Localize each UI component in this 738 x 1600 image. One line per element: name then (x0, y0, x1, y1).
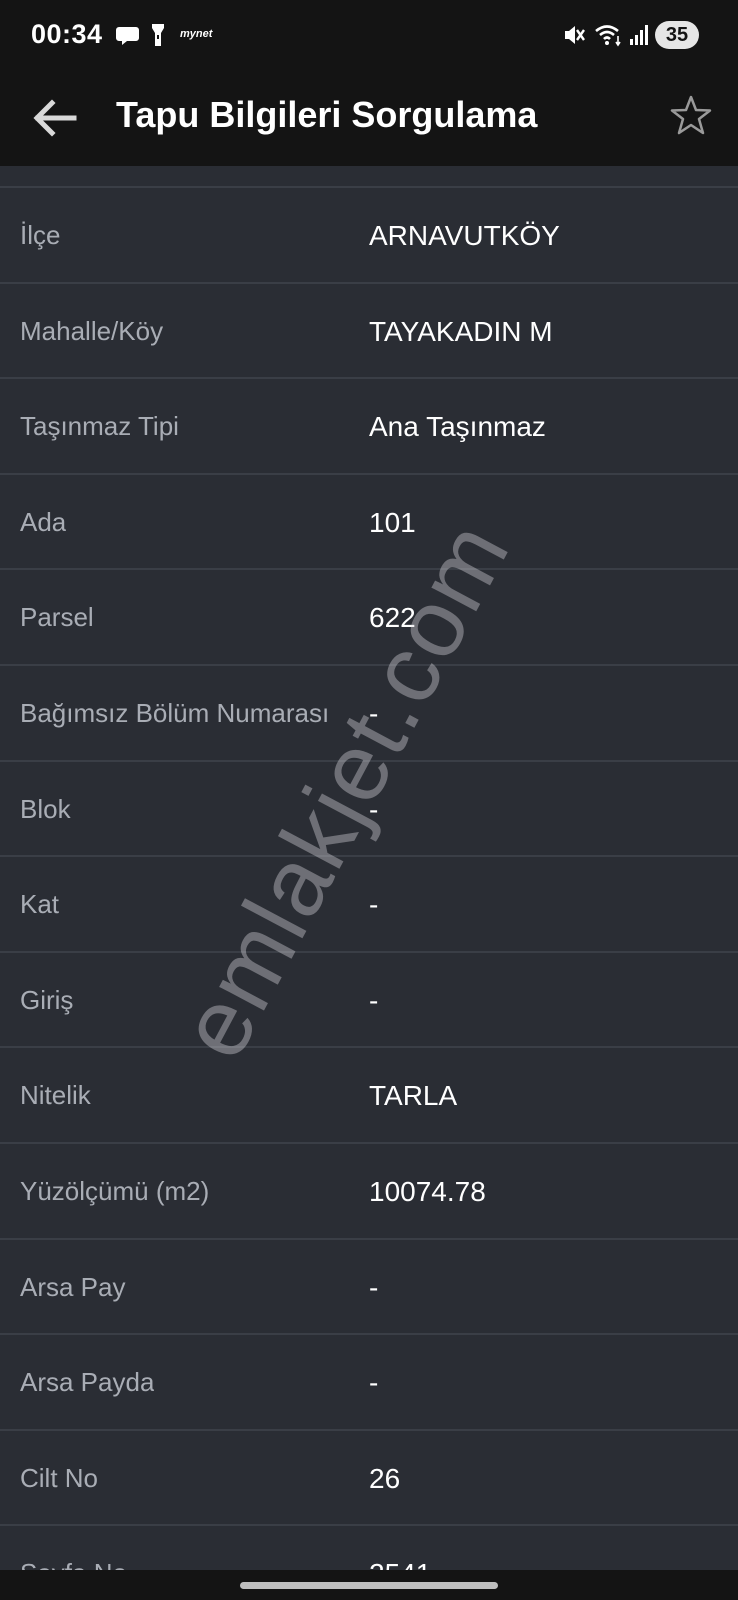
row-label: Cilt No (20, 1462, 99, 1493)
detail-row-arsa-payda: Arsa Payda - (0, 1335, 738, 1431)
detail-row-yuzolcumu: Yüzölçümü (m2) 10074.78 (0, 1144, 738, 1240)
battery-indicator: 35 (655, 21, 699, 49)
arrow-left-icon (33, 99, 77, 137)
mute-icon (565, 26, 585, 44)
row-value: - (369, 889, 379, 921)
mynet-icon: mynet (180, 28, 213, 40)
row-value: - (369, 1367, 379, 1399)
flashlight-icon (152, 24, 164, 46)
row-value: - (369, 984, 379, 1016)
favorite-button[interactable] (668, 92, 714, 138)
chat-bubble-icon (116, 27, 139, 45)
row-label: Mahalle/Köy (20, 315, 164, 346)
detail-row-blok: Blok - (0, 762, 738, 858)
detail-list: İlçe ARNAVUTKÖY Mahalle/Köy TAYAKADIN M … (0, 166, 738, 1600)
screen: 00:34 mynet 35 Tapu Bilgileri Sorgulama … (0, 0, 738, 1600)
detail-row-bagimsiz-bolum: Bağımsız Bölüm Numarası - (0, 666, 738, 762)
wifi-icon (595, 25, 621, 47)
page-title: Tapu Bilgileri Sorgulama (116, 94, 538, 135)
row-value: 101 (369, 506, 416, 538)
detail-row-ilce: İlçe ARNAVUTKÖY (0, 188, 738, 284)
row-label: Yüzölçümü (m2) (20, 1175, 210, 1206)
detail-row-giris: Giriş - (0, 953, 738, 1049)
detail-row-mahalle: Mahalle/Köy TAYAKADIN M (0, 284, 738, 380)
detail-row-tasinmaz-tipi: Taşınmaz Tipi Ana Taşınmaz (0, 379, 738, 475)
row-label: Arsa Pay (20, 1271, 126, 1302)
row-label: Taşınmaz Tipi (20, 411, 179, 442)
row-value: 26 (369, 1462, 401, 1494)
row-value: ARNAVUTKÖY (369, 220, 560, 251)
row-label: Parsel (20, 602, 94, 633)
navigation-bar (0, 1570, 738, 1600)
app-bar: Tapu Bilgileri Sorgulama (0, 70, 738, 166)
row-label: Nitelik (20, 1080, 91, 1111)
row-label: Kat (20, 889, 60, 920)
row-label: İlçe (20, 220, 61, 250)
home-gesture-handle[interactable] (240, 1582, 498, 1589)
detail-row-ada: Ada 101 (0, 475, 738, 571)
star-outline-icon (670, 95, 712, 135)
row-value: TAYAKADIN M (369, 315, 553, 347)
status-time: 00:34 (31, 19, 103, 49)
detail-row-cilt-no: Cilt No 26 (0, 1431, 738, 1527)
detail-row-parsel: Parsel 622 (0, 570, 738, 666)
detail-row-kat: Kat - (0, 857, 738, 953)
detail-row-arsa-pay: Arsa Pay - (0, 1240, 738, 1336)
list-top-divider (0, 166, 738, 188)
detail-row-nitelik: Nitelik TARLA (0, 1048, 738, 1144)
row-value: Ana Taşınmaz (369, 411, 546, 443)
status-bar: 00:34 mynet 35 (0, 0, 738, 70)
row-label: Giriş (20, 984, 74, 1015)
row-value: 10074.78 (369, 1175, 486, 1207)
row-label: Arsa Payda (20, 1367, 155, 1398)
row-value: TARLA (369, 1080, 458, 1112)
row-value: 622 (369, 602, 416, 634)
row-value: - (369, 697, 379, 729)
back-button[interactable] (28, 92, 80, 144)
row-label: Ada (20, 506, 67, 537)
row-value: - (369, 1271, 379, 1303)
row-label: Bağımsız Bölüm Numarası (20, 697, 330, 728)
signal-icon (630, 25, 648, 45)
row-value: - (369, 793, 379, 825)
row-label: Blok (20, 793, 71, 824)
